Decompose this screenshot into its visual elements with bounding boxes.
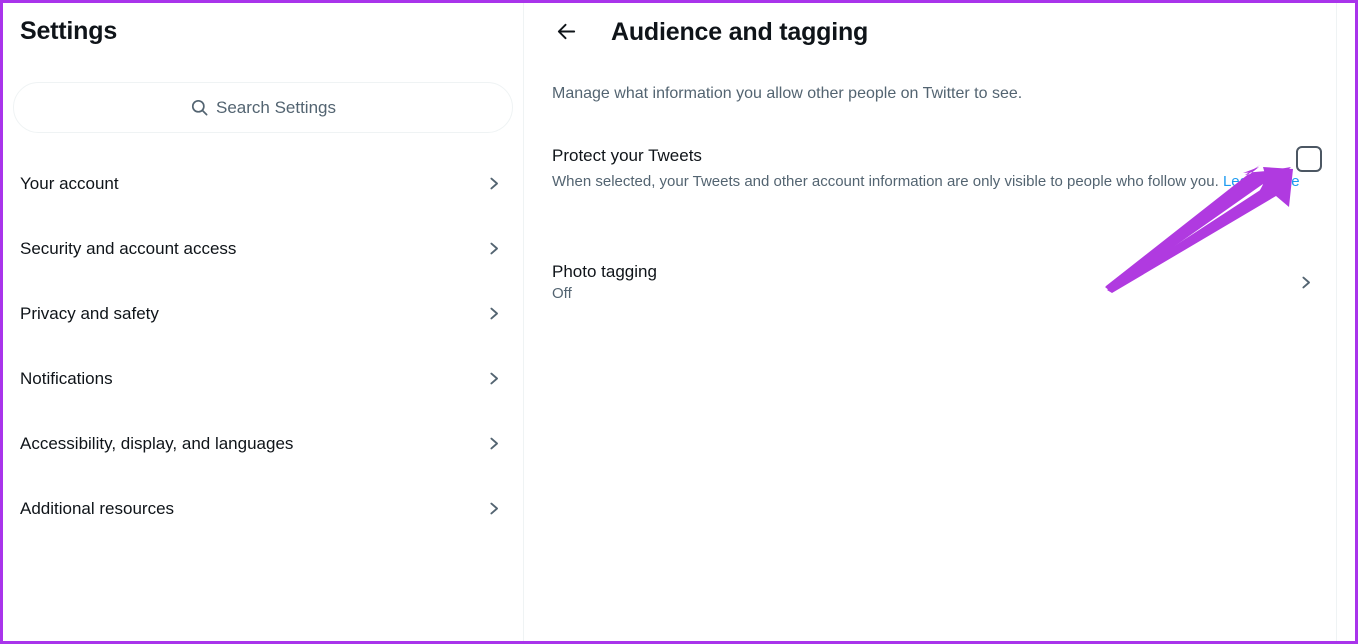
sidebar-item-label: Your account: [20, 173, 485, 195]
protect-your-tweets-row[interactable]: Protect your Tweets When selected, your …: [530, 133, 1336, 206]
back-button[interactable]: [548, 14, 584, 50]
chevron-right-icon: [1297, 274, 1314, 291]
photo-tagging-label: Photo tagging: [552, 260, 1297, 283]
sidebar-item-privacy-and-safety[interactable]: Privacy and safety: [3, 281, 524, 346]
sidebar-item-additional-resources[interactable]: Additional resources: [3, 476, 524, 541]
learn-more-link[interactable]: Learn more: [1223, 173, 1300, 190]
search-settings-box[interactable]: Search Settings: [13, 82, 513, 133]
right-gutter: [1338, 3, 1355, 641]
sidebar-item-your-account[interactable]: Your account: [3, 151, 524, 216]
sidebar-item-label: Notifications: [20, 368, 485, 390]
sidebar-item-label: Additional resources: [20, 498, 485, 520]
protect-your-tweets-label: Protect your Tweets: [552, 145, 1316, 167]
search-icon: [190, 98, 209, 117]
main-description: Manage what information you allow other …: [552, 83, 1292, 105]
main-header: Audience and tagging: [525, 3, 1337, 60]
photo-tagging-value: Off: [552, 283, 1297, 304]
chevron-right-icon: [485, 435, 502, 452]
sidebar-item-label: Accessibility, display, and languages: [20, 433, 485, 455]
sidebar-item-accessibility-display-and-languages[interactable]: Accessibility, display, and languages: [3, 411, 524, 476]
sidebar-item-label: Security and account access: [20, 238, 485, 260]
sidebar-item-notifications[interactable]: Notifications: [3, 346, 524, 411]
chevron-right-icon: [485, 240, 502, 257]
settings-sidebar: Settings Search Settings Your account: [3, 3, 524, 641]
photo-tagging-row[interactable]: Photo tagging Off: [530, 251, 1336, 313]
sidebar-item-label: Privacy and safety: [20, 303, 485, 325]
page-title: Settings: [20, 15, 117, 47]
settings-nav-list: Your account Security and account access…: [3, 151, 524, 541]
main-panel-title: Audience and tagging: [611, 16, 868, 48]
sidebar-item-security-and-account-access[interactable]: Security and account access: [3, 216, 524, 281]
chevron-right-icon: [485, 305, 502, 322]
chevron-right-icon: [485, 175, 502, 192]
protect-description-text: When selected, your Tweets and other acc…: [552, 173, 1223, 190]
arrow-left-icon: [555, 20, 578, 43]
search-input[interactable]: Search Settings: [216, 98, 336, 118]
app-window: Settings Search Settings Your account: [0, 0, 1358, 644]
protect-your-tweets-checkbox[interactable]: [1296, 146, 1322, 172]
chevron-right-icon: [485, 500, 502, 517]
protect-your-tweets-description: When selected, your Tweets and other acc…: [552, 171, 1308, 192]
chevron-right-icon: [485, 370, 502, 387]
